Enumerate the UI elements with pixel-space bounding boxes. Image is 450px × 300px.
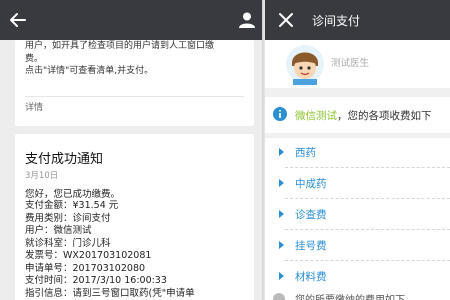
message-card: 用户，如开具了检查项目的用户请到人工窗口缴 费。 点击"详情"可查看清单,并支付… [15,40,254,126]
detail-row: 支付金额：¥31.54 元 [25,200,119,211]
fee-list: 西药 中成药 诊查费 挂号费 材料费 [265,138,450,300]
payment-pane: 诊间支付 测试医生 微信测试，您的各项收费如下 西药 中成药 诊查费 挂号费 材… [265,0,450,300]
fee-item-label: 西药 [295,147,316,159]
payment-topbar: 诊间支付 [265,0,450,40]
bottom-notice: 您的所要缴纳的费用如下 [265,290,450,300]
bottom-notice-text: 您的所要缴纳的费用如下 [295,291,405,300]
dashed-divider [285,260,450,261]
dashed-divider [285,229,450,230]
triangle-right-icon [279,148,284,156]
dashed-divider [285,198,450,199]
chat-pane: 用户，如开具了检查项目的用户请到人工窗口缴 费。 点击"详情"可查看清单,并支付… [0,0,262,300]
chat-topbar [0,0,262,40]
detail-row: 发票号：WX201703102081 [25,250,152,261]
fee-item-patent-medicine[interactable]: 中成药 [265,169,450,199]
payment-details: 支付金额：¥31.54 元 费用类别：诊间支付 用户：微信测试 就诊科室：门诊儿… [25,200,195,300]
message-line: 点击"详情"可查看清单,并支付。 [25,66,154,76]
close-icon[interactable] [278,12,294,28]
detail-row: 费用类别：诊间支付 [25,212,111,224]
back-arrow-icon[interactable] [8,10,28,30]
fee-item-materials[interactable]: 材料费 [265,262,450,292]
doctor-bar: 测试医生 [265,40,450,88]
screen: 用户，如开具了检查项目的用户请到人工窗口缴 费。 点击"详情"可查看清单,并支付… [0,0,450,300]
doctor-avatar [286,45,324,85]
fee-item-label: 诊查费 [295,209,327,221]
message-text: 用户，如开具了检查项目的用户请到人工窗口缴 费。 点击"详情"可查看清单,并支付… [25,40,250,78]
detail-row: 申请单号：201703102080 [25,262,146,274]
notice-text: 微信测试，您的各项收费如下 [295,108,432,123]
fee-notice: 微信测试，您的各项收费如下 [265,97,450,133]
detail-row: 用户：微信测试 [25,225,92,236]
triangle-right-icon [279,241,284,249]
info-icon [273,293,285,300]
detail-row: 就诊科室：门诊儿科 [25,237,111,249]
fee-item-label: 中成药 [295,178,327,190]
payment-success-card[interactable]: 支付成功通知 3月10日 您好，您已成功缴费。 支付金额：¥31.54 元 费用… [15,134,254,300]
triangle-right-icon [279,272,284,280]
card-date: 3月10日 [25,171,59,181]
notice-username: 微信测试 [295,110,337,122]
fee-item-label: 挂号费 [295,240,327,252]
detail-row: 指引信息：请到三号窗口取药(凭"申请单 [25,287,195,299]
notice-message: ，您的各项收费如下 [337,110,432,122]
fee-item-consultation[interactable]: 诊查费 [265,200,450,230]
doctor-name: 测试医生 [331,58,370,69]
message-line: 费。 [25,53,44,64]
fee-item-registration[interactable]: 挂号费 [265,231,450,261]
person-icon[interactable] [238,11,256,29]
detail-row: 支付时间：2017/3/10 16:00:33 [25,275,167,286]
card-divider [25,96,244,97]
message-line: 用户，如开具了检查项目的用户请到人工窗口缴 [25,41,215,51]
fee-item-western-medicine[interactable]: 西药 [265,138,450,168]
card-title: 支付成功通知 [25,152,104,167]
triangle-right-icon [279,179,284,187]
detail-link[interactable]: 详情 [25,100,43,113]
card-greeting: 您好，您已成功缴费。 [25,189,121,200]
dashed-divider [285,167,450,168]
triangle-right-icon [279,210,284,218]
info-icon [273,107,287,121]
fee-item-label: 材料费 [295,271,327,283]
page-title: 诊间支付 [312,14,361,28]
